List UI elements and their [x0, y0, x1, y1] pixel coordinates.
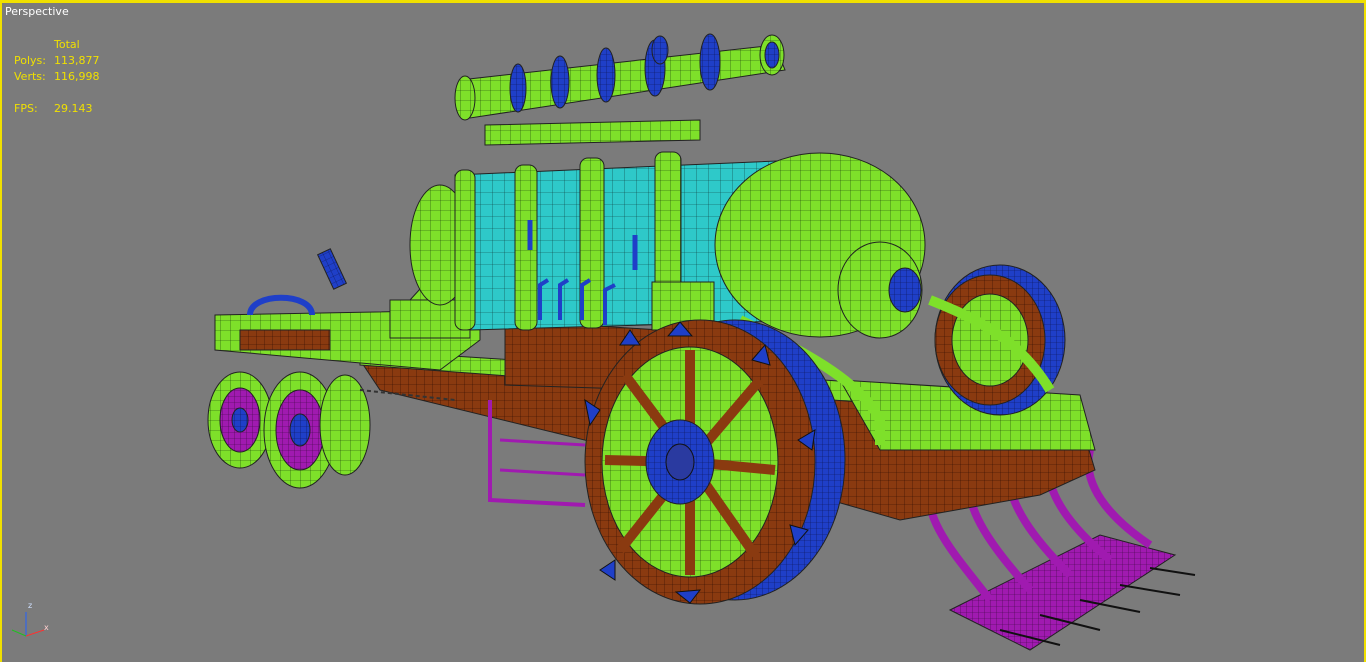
cannon-mesh [454, 33, 786, 146]
perspective-viewport[interactable]: z x Perspective Total Polys: 113,877 Ver… [0, 0, 1366, 662]
large-wheel-mesh [584, 319, 846, 605]
polys-value: 113,877 [54, 54, 100, 67]
gizmo-z-label: z [28, 601, 32, 610]
tank-mesh [409, 151, 926, 339]
fps-label: FPS: [14, 102, 38, 115]
stats-overlay: Total Polys: 113,877 Verts: 116,998 FPS:… [14, 37, 100, 117]
axis-gizmo: z x [11, 601, 49, 637]
viewport-label[interactable]: Perspective [5, 5, 69, 18]
verts-label: Verts: [14, 70, 46, 83]
stats-total-header: Total [54, 38, 80, 51]
scene-render[interactable]: z x [0, 0, 1366, 662]
gizmo-x-label: x [44, 623, 49, 632]
fps-value: 29.143 [54, 102, 93, 115]
verts-value: 116,998 [54, 70, 100, 83]
polys-label: Polys: [14, 54, 46, 67]
